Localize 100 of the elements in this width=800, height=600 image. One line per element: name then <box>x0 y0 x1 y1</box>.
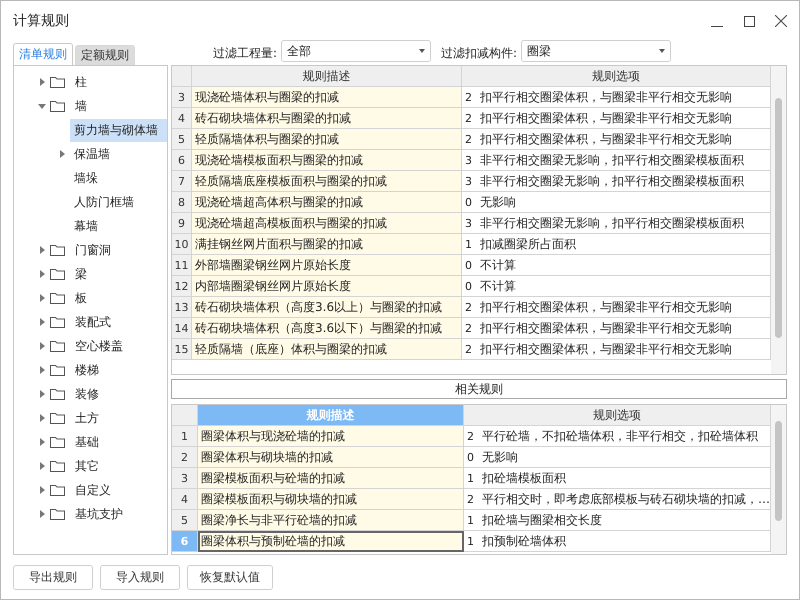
row-number: 12 <box>172 276 192 297</box>
expand-arrow-icon[interactable] <box>38 342 46 350</box>
column-header[interactable]: 规则选项 <box>464 405 771 426</box>
action-button[interactable]: 导入规则 <box>100 565 180 590</box>
expand-arrow-icon[interactable] <box>38 366 46 374</box>
table-cell: 3 非平行相交圈梁无影响，扣平行相交圈梁模板面积 <box>462 150 771 171</box>
column-header[interactable]: 规则描述 <box>192 66 462 87</box>
folder-icon <box>50 460 65 472</box>
table-cell: 2 扣平行相交圈梁体积，与圈梁非平行相交无影响 <box>462 339 771 360</box>
table-cell: 1 扣减圈梁所占面积 <box>462 234 771 255</box>
tree-item[interactable]: 土方 <box>71 406 103 430</box>
table-cell: 现浇砼墙超高模板面积与圈梁的扣减 <box>192 213 462 234</box>
tree-item[interactable]: 保温墙 <box>70 142 167 166</box>
dropdown-caret-icon <box>659 49 666 53</box>
folder-icon <box>50 508 65 520</box>
tree-item[interactable]: 剪力墙与砌体墙 <box>70 118 167 142</box>
folder-icon <box>50 244 65 256</box>
table-cell: 满挂钢丝网片面积与圈梁的扣减 <box>192 234 462 255</box>
expand-arrow-icon[interactable] <box>38 510 46 518</box>
expand-arrow-icon[interactable] <box>38 318 46 326</box>
tree-item[interactable]: 空心楼盖 <box>71 334 127 358</box>
table-cell: 3 非平行相交圈梁无影响，扣平行相交圈梁模板面积 <box>462 171 771 192</box>
table-cell: 内部墙圈梁钢丝网片原始长度 <box>192 276 462 297</box>
filter-dropdown[interactable]: 全部 <box>281 40 432 62</box>
table-cell: 0 无影响 <box>464 447 771 468</box>
tab[interactable]: 定额规则 <box>75 45 135 65</box>
folder-icon <box>50 364 65 376</box>
table-cell: 外部墙圈梁钢丝网片原始长度 <box>192 255 462 276</box>
tree-item[interactable]: 楼梯 <box>71 358 103 382</box>
expand-arrow-icon[interactable] <box>38 390 46 398</box>
filter-label: 过滤工程量: <box>213 44 278 62</box>
table-cell: 现浇砼墙超高体积与圈梁的扣减 <box>192 192 462 213</box>
scrollbar[interactable] <box>771 405 786 554</box>
action-button[interactable]: 恢复默认值 <box>187 565 273 590</box>
dropdown-caret-icon <box>419 49 426 53</box>
table-cell: 轻质隔墙底座模板面积与圈梁的扣减 <box>192 171 462 192</box>
tree-item[interactable]: 装修 <box>71 382 103 406</box>
tree-item[interactable]: 墙 <box>71 94 91 118</box>
tree-item[interactable]: 墙垛 <box>70 166 167 190</box>
folder-icon <box>50 316 65 328</box>
expand-arrow-icon[interactable] <box>38 78 46 86</box>
row-number: 4 <box>172 489 198 510</box>
tree-item[interactable]: 自定义 <box>71 478 115 502</box>
table-cell: 2 平行相交时，即考虑底部模板与砖石砌块墙的扣减，… <box>464 489 771 510</box>
column-header[interactable]: 规则选项 <box>462 66 771 87</box>
tree-item[interactable]: 板 <box>71 286 91 310</box>
maximize-icon <box>744 16 754 26</box>
collapse-arrow-icon[interactable] <box>38 102 46 110</box>
table-cell: 3 非平行相交圈梁无影响，扣平行相交圈梁模板面积 <box>462 213 771 234</box>
expand-arrow-icon[interactable] <box>38 462 46 470</box>
tree-item[interactable]: 其它 <box>71 454 103 478</box>
tree-item[interactable]: 幕墙 <box>70 214 167 238</box>
table-cell: 0 无影响 <box>462 192 771 213</box>
row-number: 1 <box>172 426 198 448</box>
expand-arrow-icon[interactable] <box>38 486 46 494</box>
scrollbar[interactable] <box>771 66 786 374</box>
tree-item[interactable]: 基础 <box>71 430 103 454</box>
tree-item[interactable]: 门窗洞 <box>71 238 115 262</box>
table-cell: 现浇砼墙模板面积与圈梁的扣减 <box>192 150 462 171</box>
expand-arrow-icon[interactable] <box>38 246 46 254</box>
row-number: 14 <box>172 318 192 339</box>
close-icon <box>775 15 787 27</box>
row-number: 6 <box>172 150 192 171</box>
expand-arrow-icon[interactable] <box>38 438 46 446</box>
row-number: 4 <box>172 108 192 129</box>
table-cell: 1 扣砼墙与圈梁相交长度 <box>464 510 771 532</box>
tree-item[interactable]: 人防门框墙 <box>70 190 167 214</box>
expand-arrow-icon[interactable] <box>38 270 46 278</box>
table-cell: 圈梁模板面积与砌块墙的扣减 <box>198 489 464 510</box>
folder-icon <box>50 436 65 448</box>
table-cell: 2 扣平行相交圈梁体积，与圈梁非平行相交无影响 <box>462 297 771 318</box>
table-cell: 砖石砌块墙体积（高度3.6以上）与圈梁的扣减 <box>192 297 462 318</box>
tab[interactable]: 清单规则 <box>13 43 73 66</box>
folder-icon <box>50 388 65 400</box>
table-cell: 圈梁模板面积与砼墙的扣减 <box>198 468 464 490</box>
folder-icon <box>50 340 65 352</box>
row-number: 3 <box>172 468 198 490</box>
row-number: 15 <box>172 339 192 360</box>
tree-item[interactable]: 装配式 <box>71 310 115 334</box>
tree-item[interactable]: 基坑支护 <box>71 502 127 526</box>
table-cell: 现浇砼墙体积与圈梁的扣减 <box>192 87 462 108</box>
section-header: 相关规则 <box>171 379 787 400</box>
action-button[interactable]: 导出规则 <box>13 565 93 590</box>
row-number: 11 <box>172 255 192 276</box>
tree-item[interactable]: 柱 <box>71 70 91 94</box>
table-cell: 砖石砌块墙体积（高度3.6以下）与圈梁的扣减 <box>192 318 462 339</box>
table-cell: 1 扣砼墙模板面积 <box>464 468 771 490</box>
expand-arrow-icon[interactable] <box>38 414 46 422</box>
table-cell: 圈梁体积与砌块墙的扣减 <box>198 447 464 468</box>
table-cell: 2 扣平行相交圈梁体积，与圈梁非平行相交无影响 <box>462 129 771 150</box>
table-cell: 2 扣平行相交圈梁体积，与圈梁非平行相交无影响 <box>462 87 771 108</box>
table-cell: 圈梁体积与现浇砼墙的扣减 <box>198 426 464 448</box>
expand-arrow-icon[interactable] <box>58 150 66 158</box>
table-cell: 0 不计算 <box>462 255 771 276</box>
expand-arrow-icon[interactable] <box>38 294 46 302</box>
filter-dropdown[interactable]: 圈梁 <box>521 40 672 62</box>
folder-icon <box>50 268 65 280</box>
row-number: 2 <box>172 447 198 468</box>
table-cell: 圈梁体积与预制砼墙的扣减 <box>198 531 464 552</box>
tree-item[interactable]: 梁 <box>71 262 91 286</box>
